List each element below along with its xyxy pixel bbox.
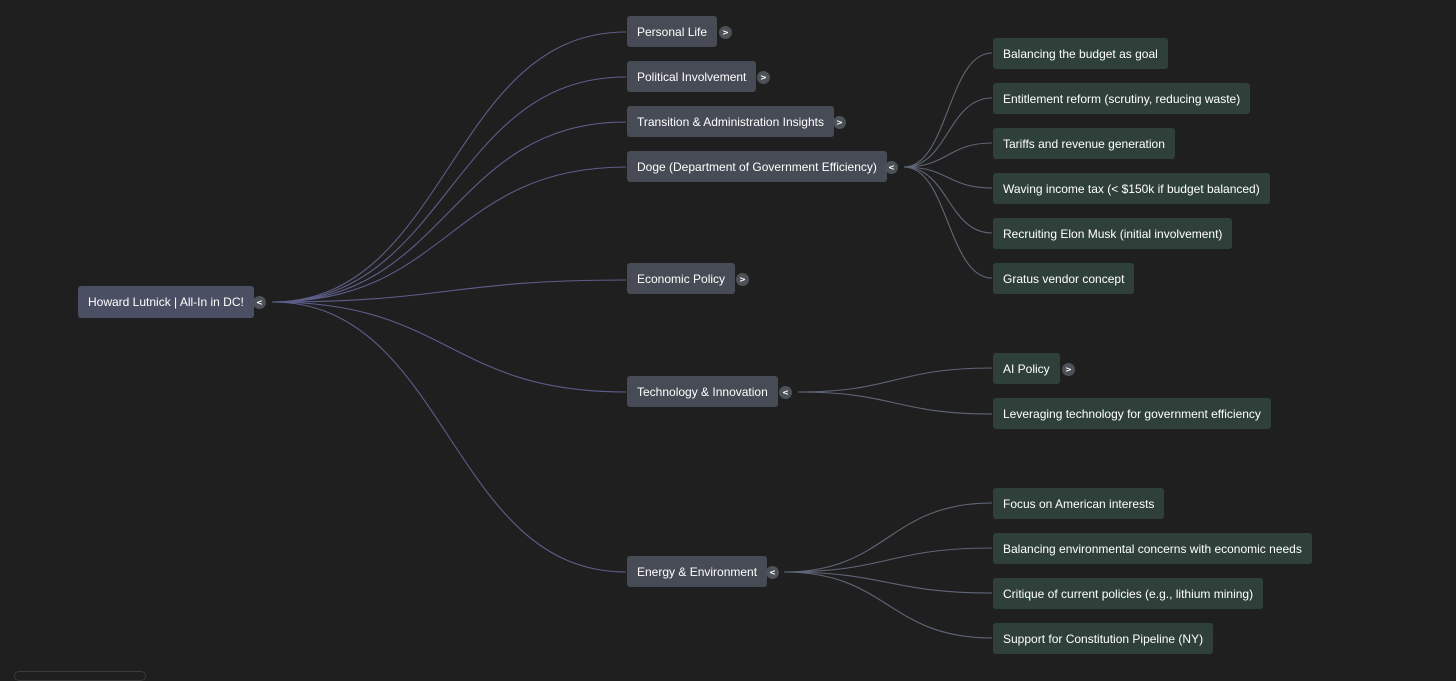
branch-node-transition-insights[interactable]: Transition & Administration Insights (627, 106, 834, 137)
leaf-label: Critique of current policies (e.g., lith… (1003, 586, 1254, 601)
expand-toggle-transition-insights[interactable]: > (833, 116, 846, 129)
branch-label: Technology & Innovation (637, 384, 768, 399)
branch-edge (903, 166, 993, 189)
root-edge (271, 301, 627, 393)
expand-toggle-economic-policy[interactable]: > (736, 273, 749, 286)
root-node[interactable]: Howard Lutnick | All-In in DC! (78, 286, 254, 318)
branch-node-political-involvement[interactable]: Political Involvement (627, 61, 757, 92)
branch-edge (903, 97, 993, 168)
leaf-label: Leveraging technology for government eff… (1003, 406, 1261, 421)
leaf-label: Support for Constitution Pipeline (NY) (1003, 631, 1204, 646)
branch-label: Transition & Administration Insights (637, 114, 824, 129)
branch-label: Personal Life (637, 24, 708, 39)
branch-edge (783, 502, 993, 573)
branch-edge (783, 547, 993, 573)
root-edge (271, 166, 627, 303)
leaf-label: Focus on American interests (1003, 496, 1155, 511)
leaf-node-ai-policy[interactable]: AI Policy (993, 353, 1060, 384)
leaf-node[interactable]: Balancing environmental concerns with ec… (993, 533, 1312, 564)
collapse-toggle-technology-innovation[interactable]: < (779, 386, 792, 399)
leaf-node[interactable]: Recruiting Elon Musk (initial involvemen… (993, 218, 1233, 249)
root-edge (271, 31, 627, 303)
branch-edge (797, 391, 993, 415)
expand-toggle-political-involvement[interactable]: > (757, 71, 770, 84)
leaf-label: Balancing environmental concerns with ec… (1003, 541, 1302, 556)
leaf-node[interactable]: Critique of current policies (e.g., lith… (993, 578, 1264, 609)
branch-node-economic-policy[interactable]: Economic Policy (627, 263, 736, 294)
branch-label: Economic Policy (637, 271, 726, 286)
branch-edge (797, 367, 993, 393)
branch-edge (903, 166, 993, 279)
branch-node-energy-environment[interactable]: Energy & Environment (627, 556, 768, 587)
leaf-node[interactable]: Waving income tax (< $150k if budget bal… (993, 173, 1270, 204)
root-edge (271, 279, 627, 303)
leaf-node[interactable]: Focus on American interests (993, 488, 1165, 519)
branch-node-technology-innovation[interactable]: Technology & Innovation (627, 376, 778, 407)
collapse-toggle-energy-environment[interactable]: < (766, 566, 779, 579)
expand-toggle-personal-life[interactable]: > (719, 26, 732, 39)
leaf-node[interactable]: Entitlement reform (scrutiny, reducing w… (993, 83, 1251, 114)
leaf-node[interactable]: Leveraging technology for government eff… (993, 398, 1271, 429)
bottom-left-control[interactable] (14, 671, 146, 681)
leaf-node[interactable]: Balancing the budget as goal (993, 38, 1168, 69)
root-edge (271, 76, 627, 303)
leaf-node[interactable]: Gratus vendor concept (993, 263, 1135, 294)
leaf-label: Recruiting Elon Musk (initial involvemen… (1003, 226, 1223, 241)
root-collapse-toggle[interactable]: < (253, 296, 266, 309)
branch-label: Energy & Environment (637, 564, 758, 579)
leaf-label: Entitlement reform (scrutiny, reducing w… (1003, 91, 1241, 106)
branch-node-doge[interactable]: Doge (Department of Government Efficienc… (627, 151, 887, 182)
branch-label: Doge (Department of Government Efficienc… (637, 159, 877, 174)
leaf-node[interactable]: Tariffs and revenue generation (993, 128, 1175, 159)
leaf-label: AI Policy (1003, 361, 1050, 376)
leaf-label: Gratus vendor concept (1003, 271, 1125, 286)
branch-label: Political Involvement (637, 69, 747, 84)
branch-node-personal-life[interactable]: Personal Life (627, 16, 718, 47)
leaf-label: Tariffs and revenue generation (1003, 136, 1165, 151)
branch-edge (903, 52, 993, 168)
leaf-label: Waving income tax (< $150k if budget bal… (1003, 181, 1260, 196)
root-edge (271, 121, 627, 303)
collapse-toggle-doge[interactable]: < (885, 161, 898, 174)
expand-toggle-ai-policy[interactable]: > (1062, 363, 1075, 376)
leaf-label: Balancing the budget as goal (1003, 46, 1158, 61)
root-node-label: Howard Lutnick | All-In in DC! (88, 295, 244, 309)
branch-edge (783, 571, 993, 639)
leaf-node[interactable]: Support for Constitution Pipeline (NY) (993, 623, 1214, 654)
root-edge (271, 301, 627, 573)
branch-edge (783, 571, 993, 594)
